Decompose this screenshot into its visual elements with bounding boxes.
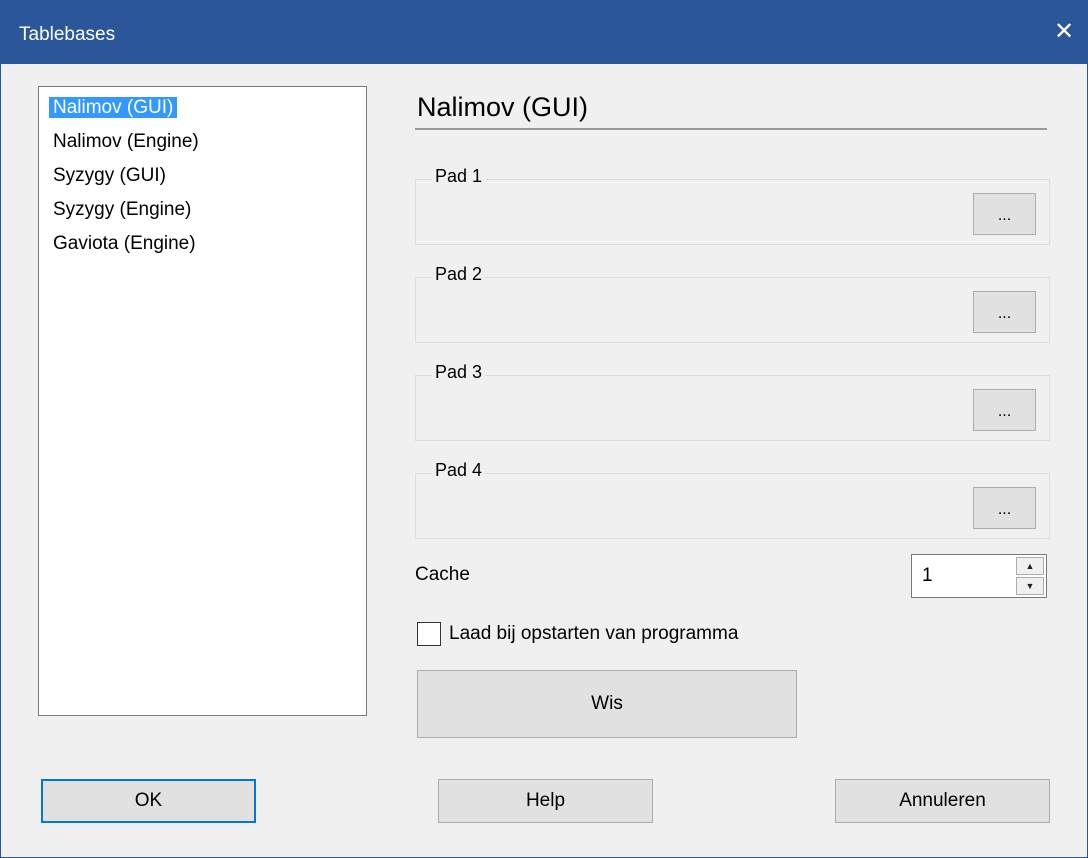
list-item-nalimov-gui[interactable]: Nalimov (GUI) — [49, 91, 366, 125]
close-button[interactable]: ✕ — [1039, 8, 1088, 54]
spin-up-icon[interactable]: ▲ — [1016, 557, 1044, 575]
list-item-syzygy-gui[interactable]: Syzygy (GUI) — [49, 159, 366, 193]
ok-button[interactable]: OK — [41, 779, 256, 823]
path-3-browse-button[interactable]: ... — [973, 389, 1036, 431]
panel-title: Nalimov (GUI) — [415, 84, 1047, 130]
path-group-4: Pad 4 ... — [415, 457, 1050, 539]
path-2-browse-button[interactable]: ... — [973, 291, 1036, 333]
path-1-browse-button[interactable]: ... — [973, 193, 1036, 235]
tablebases-dialog: Tablebases ✕ Nalimov (GUI) Nalimov (Engi… — [0, 0, 1088, 858]
cache-spin-arrows: ▲ ▼ — [1016, 557, 1044, 595]
path-3-field[interactable] — [420, 384, 968, 434]
window-title: Tablebases — [19, 24, 116, 45]
cancel-button[interactable]: Annuleren — [835, 779, 1050, 823]
list-item-label: Syzygy (Engine) — [53, 199, 192, 220]
list-item-label: Nalimov (GUI) — [49, 97, 178, 118]
tablebase-list[interactable]: Nalimov (GUI) Nalimov (Engine) Syzygy (G… — [38, 86, 367, 716]
path-4-browse-button[interactable]: ... — [973, 487, 1036, 529]
close-icon: ✕ — [1053, 17, 1075, 45]
load-on-startup-label: Laad bij opstarten van programma — [449, 623, 739, 644]
spin-down-icon[interactable]: ▼ — [1016, 577, 1044, 595]
list-item-label: Syzygy (GUI) — [53, 165, 166, 186]
path-2-label: Pad 2 — [432, 261, 486, 287]
path-group-2: Pad 2 ... — [415, 261, 1050, 343]
cache-value[interactable]: 1 — [922, 555, 933, 597]
list-item-gaviota-engine[interactable]: Gaviota (Engine) — [49, 227, 366, 261]
load-on-startup-checkbox[interactable] — [417, 622, 441, 646]
load-on-startup-row[interactable]: Laad bij opstarten van programma — [415, 618, 1047, 652]
path-4-label: Pad 4 — [432, 457, 486, 483]
cache-spinner[interactable]: 1 ▲ ▼ — [911, 554, 1047, 598]
path-1-label: Pad 1 — [432, 163, 486, 189]
cache-label: Cache — [415, 564, 470, 585]
help-button[interactable]: Help — [438, 779, 653, 823]
clear-button[interactable]: Wis — [417, 670, 797, 738]
list-item-label: Nalimov (Engine) — [53, 131, 199, 152]
title-bar: Tablebases ✕ — [1, 0, 1088, 64]
list-item-label: Gaviota (Engine) — [53, 233, 196, 254]
path-3-label: Pad 3 — [432, 359, 486, 385]
path-group-3: Pad 3 ... — [415, 359, 1050, 441]
path-1-field[interactable] — [420, 188, 968, 238]
path-group-1: Pad 1 ... — [415, 163, 1050, 245]
path-2-field[interactable] — [420, 286, 968, 336]
path-4-field[interactable] — [420, 482, 968, 532]
list-item-nalimov-engine[interactable]: Nalimov (Engine) — [49, 125, 366, 159]
list-item-syzygy-engine[interactable]: Syzygy (Engine) — [49, 193, 366, 227]
